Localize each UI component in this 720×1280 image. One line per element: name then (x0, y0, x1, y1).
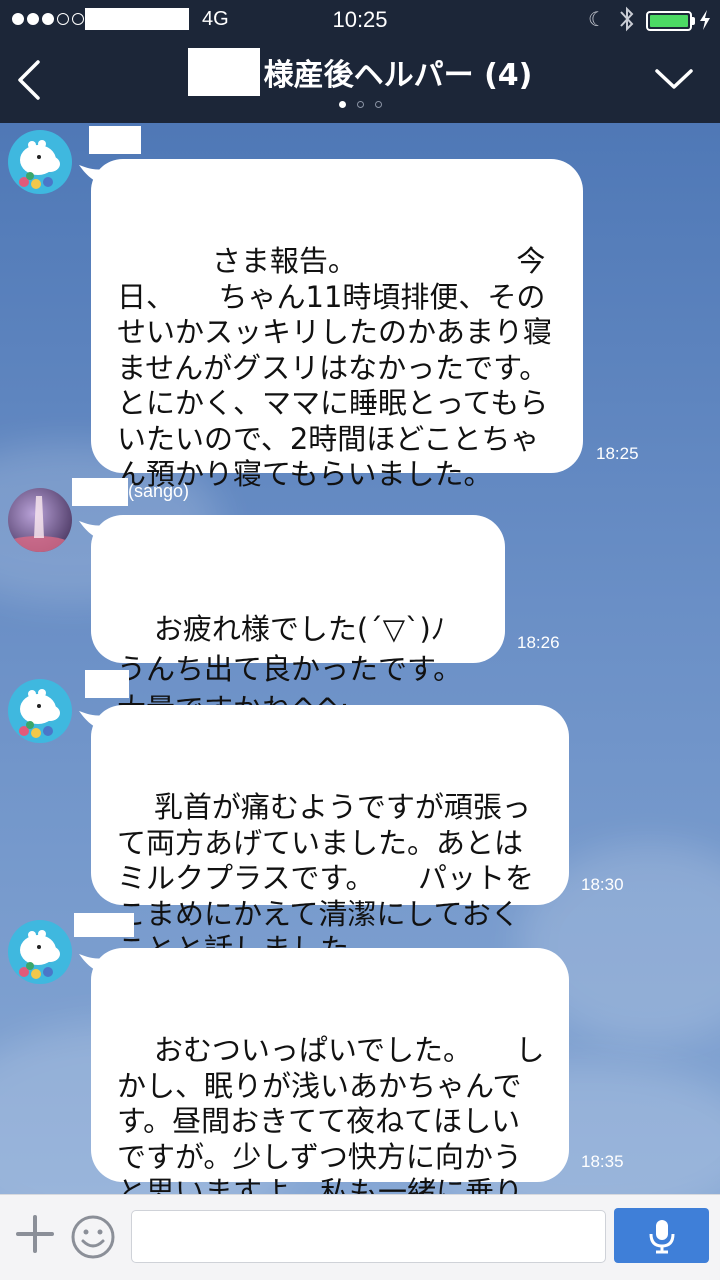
message-bubble[interactable]: さま報告。 今日、 ちゃん11時頃排便、そのせいかスッキリしたのかあまり寝ません… (79, 159, 583, 491)
message-text: 乳首が痛むようですが頑張って両方あげていました。あとはミルクプラスです。 パット… (117, 790, 535, 966)
message-bubble[interactable]: お疲れ様でした(´▽`)ﾉ うんち出て良かったです。 大量ですかね^^; (79, 515, 505, 726)
sender-name (74, 913, 134, 937)
chat-title-group: 様産後ヘルパー (4) (0, 48, 720, 96)
emoji-icon[interactable] (69, 1213, 117, 1261)
avatar[interactable] (8, 488, 72, 552)
chat-header: 様産後ヘルパー (4) (0, 40, 720, 123)
page-indicator (0, 101, 720, 108)
battery-icon (646, 11, 692, 31)
sender-name-redacted (85, 670, 129, 698)
sender-name-redacted (72, 478, 128, 506)
photo-avatar-icon (8, 496, 72, 552)
chat-area[interactable]: さま報告。 今日、 ちゃん11時頃排便、そのせいかスッキリしたのかあまり寝ません… (0, 123, 720, 1194)
microphone-icon (649, 1219, 674, 1253)
sender-name (85, 670, 129, 698)
sender-name: (sango) (72, 478, 189, 506)
plus-icon[interactable] (14, 1213, 56, 1255)
message-time: 18:25 (596, 444, 639, 463)
message-input[interactable] (131, 1210, 606, 1263)
moon-icon: ☾ (588, 7, 606, 31)
moomin-avatar-icon (19, 140, 60, 189)
message-text: さま報告。 今日、 ちゃん11時頃排便、そのせいかスッキリしたのかあまり寝ません… (117, 244, 563, 491)
moomin-avatar-icon (19, 689, 60, 738)
charging-icon (700, 10, 710, 30)
sender-name (89, 126, 141, 154)
message-bubble[interactable]: 乳首が痛むようですが頑張って両方あげていました。あとはミルクプラスです。 パット… (79, 705, 569, 966)
bluetooth-icon (620, 6, 634, 32)
message-text: おむついっぱいでした。 しかし、眠りが浅いあかちゃんです。昼間おきてて夜ねてほし… (117, 1033, 545, 1194)
avatar[interactable] (8, 130, 72, 194)
message-bubble[interactable]: おむついっぱいでした。 しかし、眠りが浅いあかちゃんです。昼間おきてて夜ねてほし… (79, 948, 569, 1194)
menu-chevron-down-icon[interactable] (654, 67, 694, 91)
message-time: 18:26 (517, 633, 560, 652)
status-time: 10:25 (332, 7, 388, 32)
chat-title: 様産後ヘルパー (4) (263, 58, 533, 93)
message-input-bar (0, 1194, 720, 1280)
message-time: 18:30 (581, 875, 624, 894)
message-time: 18:35 (581, 1152, 624, 1171)
avatar[interactable] (8, 920, 72, 984)
sender-name-redacted (89, 126, 141, 154)
status-bar: 4G 10:25 ☾ (0, 0, 720, 40)
microphone-button[interactable] (614, 1208, 709, 1263)
title-redacted (187, 48, 260, 96)
avatar[interactable] (8, 679, 72, 743)
sender-name-redacted (74, 913, 134, 937)
moomin-avatar-icon (19, 930, 60, 979)
